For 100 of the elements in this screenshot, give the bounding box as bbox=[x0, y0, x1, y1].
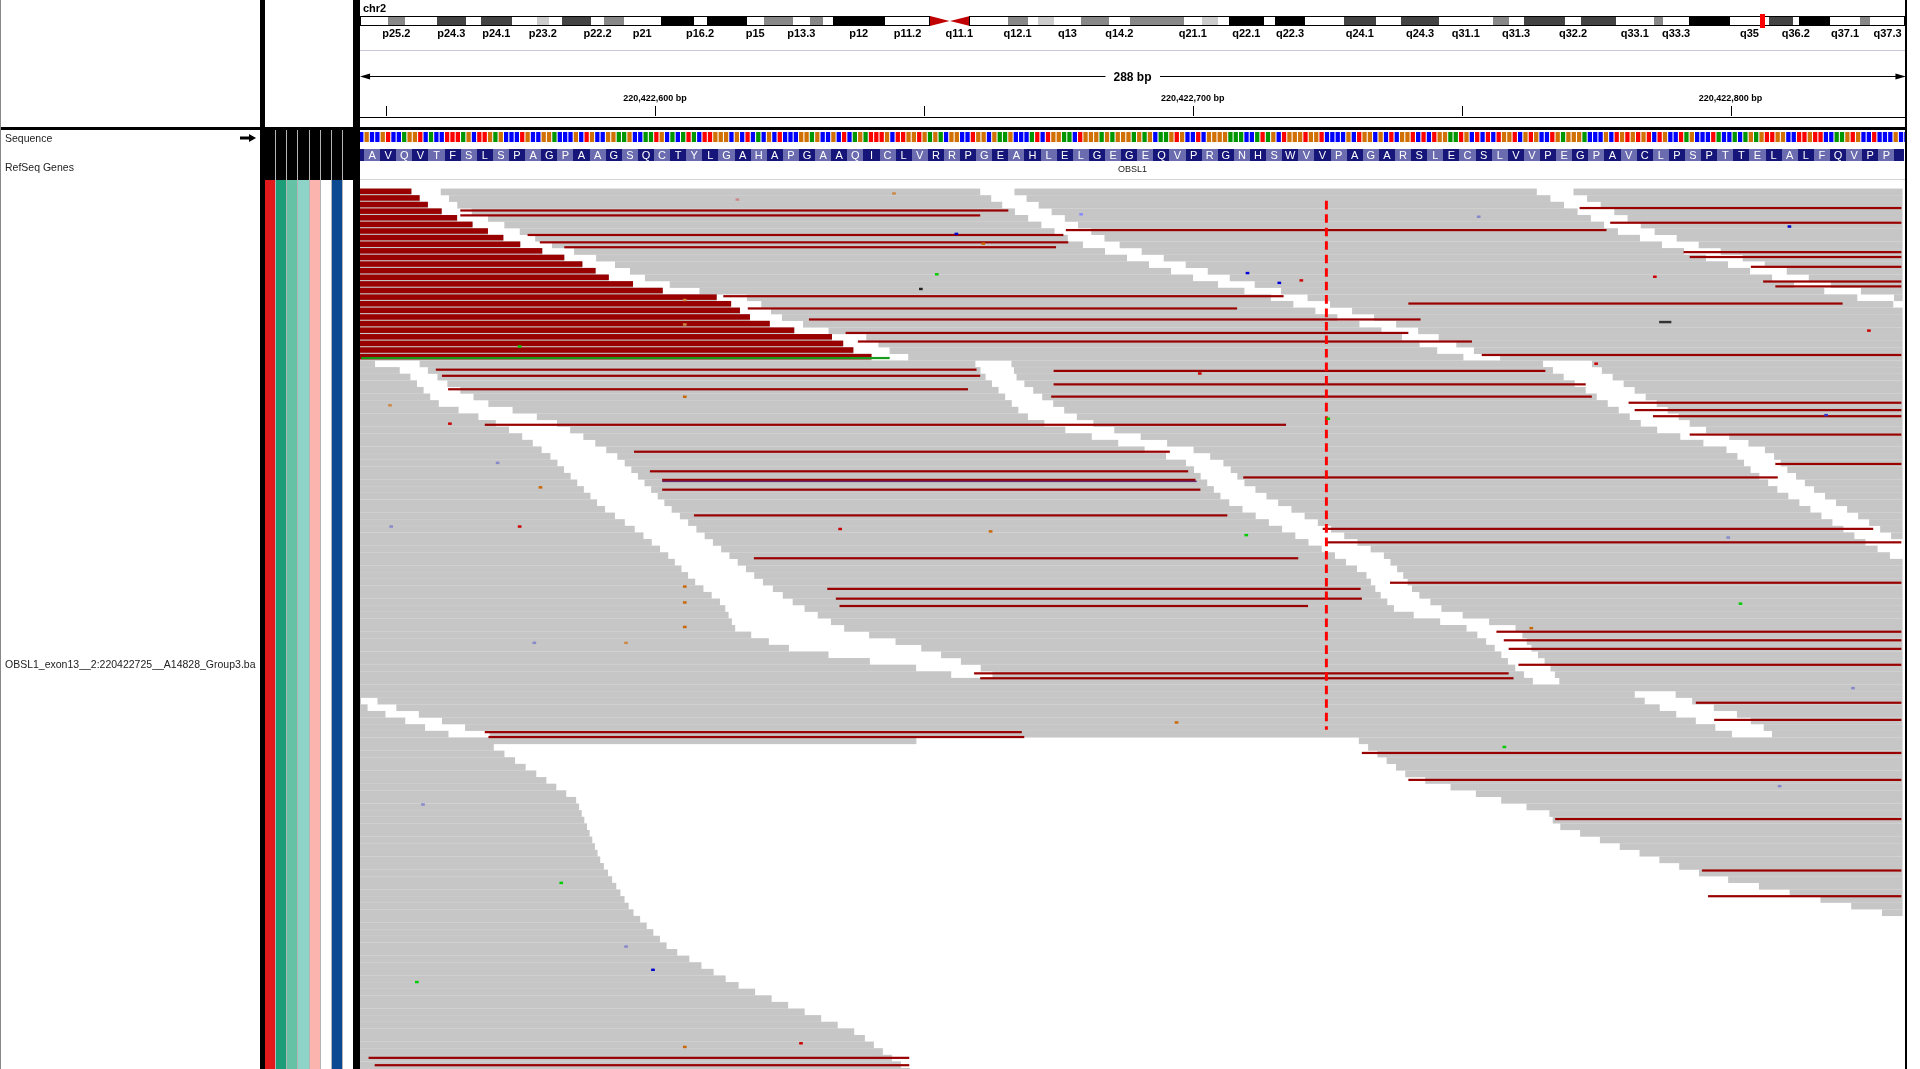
amino-acid: A bbox=[766, 148, 783, 161]
amino-acid: L bbox=[1072, 148, 1089, 161]
band-label: p11.2 bbox=[893, 27, 922, 39]
amino-acid: L bbox=[1491, 148, 1508, 161]
amino-acid: H bbox=[1250, 148, 1267, 161]
amino-acid: G bbox=[541, 148, 558, 161]
amino-acid: Q bbox=[637, 148, 654, 161]
amino-acid: G bbox=[1088, 148, 1106, 161]
amino-acid: R bbox=[1201, 148, 1218, 161]
amino-acid: V bbox=[1846, 148, 1863, 161]
amino-acid: I bbox=[863, 148, 880, 161]
amino-acid: E bbox=[1056, 148, 1073, 161]
band-label: q33.3 bbox=[1661, 27, 1691, 39]
band-label: p12 bbox=[849, 27, 869, 39]
amino-acid: H bbox=[1024, 148, 1041, 161]
amino-acid: V bbox=[1298, 148, 1315, 161]
amino-acid: C bbox=[653, 148, 671, 161]
amino-acid: A bbox=[1008, 148, 1025, 161]
amino-acid: P bbox=[1878, 148, 1895, 161]
amino-acid-fragment bbox=[360, 148, 364, 161]
amino-acid: Q bbox=[1153, 148, 1170, 161]
amino-acid: G bbox=[718, 148, 735, 161]
band-label: p24.1 bbox=[482, 27, 511, 39]
amino-acid: V bbox=[1169, 148, 1186, 161]
amino-acid: C bbox=[1636, 148, 1653, 161]
amino-acid: G bbox=[798, 148, 816, 161]
band-label: q12.1 bbox=[1003, 27, 1032, 39]
band-label: q36.2 bbox=[1781, 27, 1810, 39]
amino-acid: P bbox=[1540, 148, 1557, 161]
band-label: p22.2 bbox=[583, 27, 612, 39]
amino-acid: T bbox=[1733, 148, 1750, 161]
band-label: q31.3 bbox=[1501, 27, 1531, 39]
amino-acid: P bbox=[782, 148, 799, 161]
amino-acid: P bbox=[1185, 148, 1202, 161]
amino-acid: C bbox=[879, 148, 896, 161]
amino-acid: P bbox=[1862, 148, 1879, 161]
amino-acid: A bbox=[1604, 148, 1621, 161]
band-label: p16.2 bbox=[685, 27, 715, 39]
amino-acid: V bbox=[1507, 148, 1524, 161]
amino-acid: P bbox=[960, 148, 977, 161]
amino-acid: A bbox=[364, 148, 381, 161]
amino-acid: R bbox=[943, 148, 961, 161]
amino-acid: V bbox=[1314, 148, 1331, 161]
amino-acid: P bbox=[1701, 148, 1718, 161]
amino-acid: G bbox=[1217, 148, 1234, 161]
band-label: p25.2 bbox=[382, 27, 411, 39]
track-name: Sequence bbox=[5, 132, 53, 144]
band-label: q35 bbox=[1740, 27, 1759, 39]
amino-acid: E bbox=[1749, 148, 1766, 161]
band-label: p13.3 bbox=[787, 27, 816, 39]
track-name: RefSeq Genes bbox=[5, 161, 74, 173]
amino-acid: P bbox=[1330, 148, 1347, 161]
amino-acid: G bbox=[1572, 148, 1589, 161]
amino-acid: E bbox=[992, 148, 1009, 161]
amino-acid: A bbox=[734, 148, 751, 161]
amino-acid: S bbox=[1684, 148, 1702, 161]
tick-label: 220,422,600 bp bbox=[623, 93, 687, 104]
amino-acid: A bbox=[525, 148, 542, 161]
band-label: q22.3 bbox=[1275, 27, 1305, 39]
amino-acid: L bbox=[1765, 148, 1782, 161]
band-label: q11.1 bbox=[945, 27, 973, 39]
tick-label: 220,422,700 bp bbox=[1160, 93, 1225, 104]
amino-acid: T bbox=[1717, 148, 1734, 161]
band-label: p21 bbox=[632, 27, 652, 39]
amino-acid: A bbox=[1346, 148, 1363, 161]
band-label: q37.3 bbox=[1873, 27, 1902, 39]
band-label: q24.3 bbox=[1405, 27, 1435, 39]
band-label: q24.1 bbox=[1345, 27, 1374, 39]
amino-acid-fragment bbox=[1894, 148, 1905, 161]
band-label: q37.1 bbox=[1830, 27, 1860, 39]
amino-acid: A bbox=[1781, 148, 1798, 161]
amino-acid: E bbox=[1443, 148, 1460, 161]
amino-acid: V bbox=[1620, 148, 1637, 161]
chromosome-label: chr2 bbox=[362, 1, 388, 14]
band-label: q33.1 bbox=[1620, 27, 1649, 39]
amino-acid: L bbox=[1427, 148, 1444, 161]
amino-acid: A bbox=[815, 148, 832, 161]
amino-acid: P bbox=[509, 148, 526, 161]
amino-acid: S bbox=[492, 148, 509, 161]
amino-acid: G bbox=[976, 148, 993, 161]
amino-acid: S bbox=[460, 148, 477, 161]
amino-acid: A bbox=[831, 148, 848, 161]
band-label: q31.1 bbox=[1451, 27, 1480, 39]
amino-acid: Q bbox=[1829, 148, 1847, 161]
amino-acid: R bbox=[1395, 148, 1412, 161]
amino-acid: S bbox=[621, 148, 638, 161]
amino-acid: N bbox=[1233, 148, 1250, 161]
arrow-right-icon[interactable] bbox=[240, 134, 256, 142]
band-label: q32.2 bbox=[1558, 27, 1588, 39]
band-label: q14.2 bbox=[1105, 27, 1134, 39]
amino-acid: P bbox=[557, 148, 574, 161]
band-label: q13 bbox=[1058, 27, 1077, 39]
tick-label: 220,422,800 bp bbox=[1698, 93, 1763, 104]
amino-acid: R bbox=[927, 148, 944, 161]
amino-acid: V bbox=[1523, 148, 1540, 161]
band-label: p24.3 bbox=[437, 27, 466, 39]
gene-label: OBSL1 bbox=[1118, 163, 1147, 174]
amino-acid: G bbox=[1362, 148, 1379, 161]
amino-acid: V bbox=[380, 148, 397, 161]
amino-acid: T bbox=[670, 148, 687, 161]
